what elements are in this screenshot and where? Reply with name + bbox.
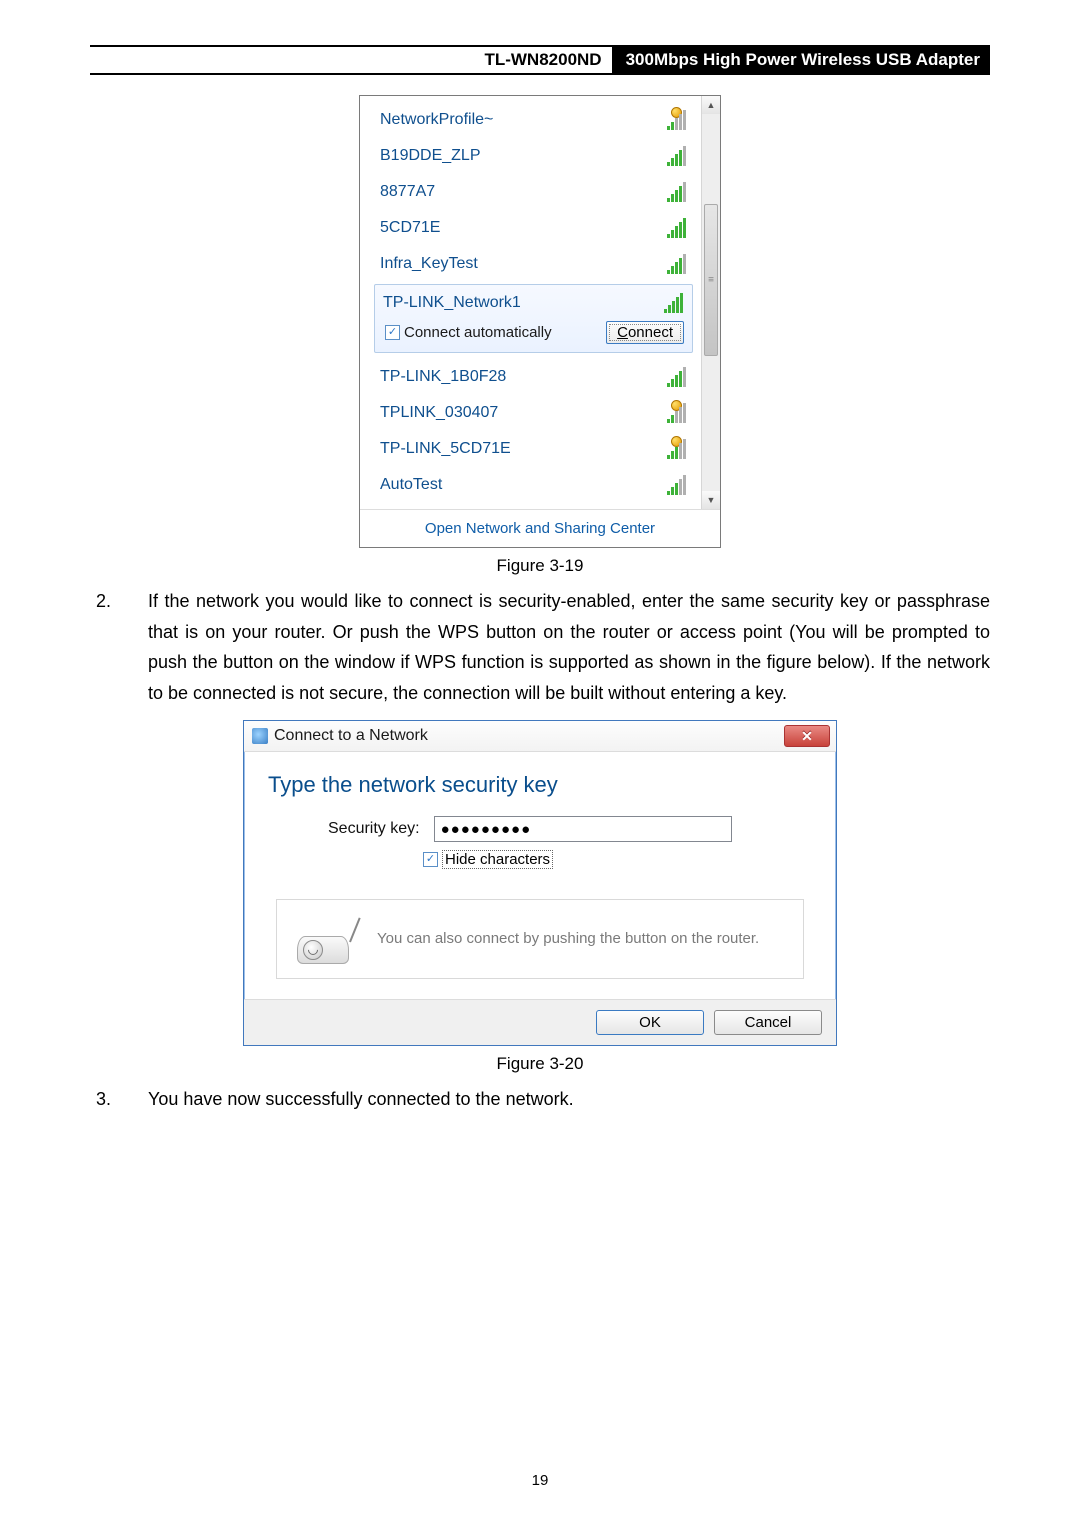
network-item[interactable]: AutoTest [372,467,695,503]
connect-dialog: Connect to a Network ✕ Type the network … [243,720,837,1046]
network-item[interactable]: TP-LINK_1B0F28 [372,359,695,395]
figure-3-19: NetworkProfile~ B19DDE_ZLP 8877A7 [90,95,990,548]
close-icon: ✕ [801,728,813,745]
figure-caption-2: Figure 3-20 [90,1054,990,1074]
network-item[interactable]: TPLINK_030407 [372,395,695,431]
step-3: 3. You have now successfully connected t… [90,1084,990,1115]
scrollbar[interactable]: ▲ ▼ [701,96,720,509]
dialog-heading: Type the network security key [268,772,812,798]
signal-icon [667,439,691,459]
signal-icon [667,110,691,130]
wps-info-box: You can also connect by pushing the butt… [276,899,804,979]
signal-icon [667,403,691,423]
close-button[interactable]: ✕ [784,725,830,747]
signal-icon [667,146,691,166]
flyout-footer: Open Network and Sharing Center [360,509,720,547]
signal-icon [667,182,691,202]
page: TL-WN8200ND 300Mbps High Power Wireless … [0,0,1080,1527]
dialog-footer: OK Cancel [244,999,836,1045]
scroll-down-button[interactable]: ▼ [702,491,720,509]
checkbox-icon: ✓ [385,325,400,340]
hide-characters-checkbox[interactable]: ✓ Hide characters [423,850,812,869]
network-sharing-link[interactable]: Open Network and Sharing Center [425,520,655,537]
figure-3-20: Connect to a Network ✕ Type the network … [90,720,990,1046]
signal-icon [667,254,691,274]
page-number: 19 [0,1472,1080,1489]
doc-header: TL-WN8200ND 300Mbps High Power Wireless … [90,45,990,75]
network-item[interactable]: B19DDE_ZLP [372,138,695,174]
connect-button[interactable]: Connect [606,321,684,344]
ok-button[interactable]: OK [596,1010,704,1035]
network-item[interactable]: 5CD71E [372,210,695,246]
dialog-title: Connect to a Network [274,727,428,745]
security-key-input[interactable]: ●●●●●●●●● [434,816,732,842]
dialog-title-bar: Connect to a Network ✕ [244,721,836,752]
network-item[interactable]: NetworkProfile~ [372,102,695,138]
network-list: NetworkProfile~ B19DDE_ZLP 8877A7 [360,96,701,509]
scroll-track[interactable] [702,114,720,491]
model-number: TL-WN8200ND [90,50,612,70]
wifi-flyout: NetworkProfile~ B19DDE_ZLP 8877A7 [359,95,721,548]
scroll-thumb[interactable] [704,204,718,356]
network-item[interactable]: Infra_KeyTest [372,246,695,282]
router-icon [295,914,357,964]
signal-icon [667,367,691,387]
checkbox-icon: ✓ [423,852,438,867]
network-item[interactable]: 8877A7 [372,174,695,210]
scroll-up-button[interactable]: ▲ [702,96,720,114]
dialog-icon [252,728,268,744]
signal-icon [667,218,691,238]
cancel-button[interactable]: Cancel [714,1010,822,1035]
network-item[interactable]: TP-LINK_5CD71E [372,431,695,467]
signal-icon [664,293,688,313]
step-2: 2. If the network you would like to conn… [90,586,990,708]
network-item-selected[interactable]: TP-LINK_Network1 ✓ Connect automatically… [374,284,693,353]
signal-icon [667,475,691,495]
figure-caption-1: Figure 3-19 [90,556,990,576]
security-key-label: Security key: [328,820,420,838]
connect-automatically-checkbox[interactable]: ✓ Connect automatically [385,324,552,341]
wps-text: You can also connect by pushing the butt… [377,929,759,949]
product-name: 300Mbps High Power Wireless USB Adapter [612,46,990,74]
